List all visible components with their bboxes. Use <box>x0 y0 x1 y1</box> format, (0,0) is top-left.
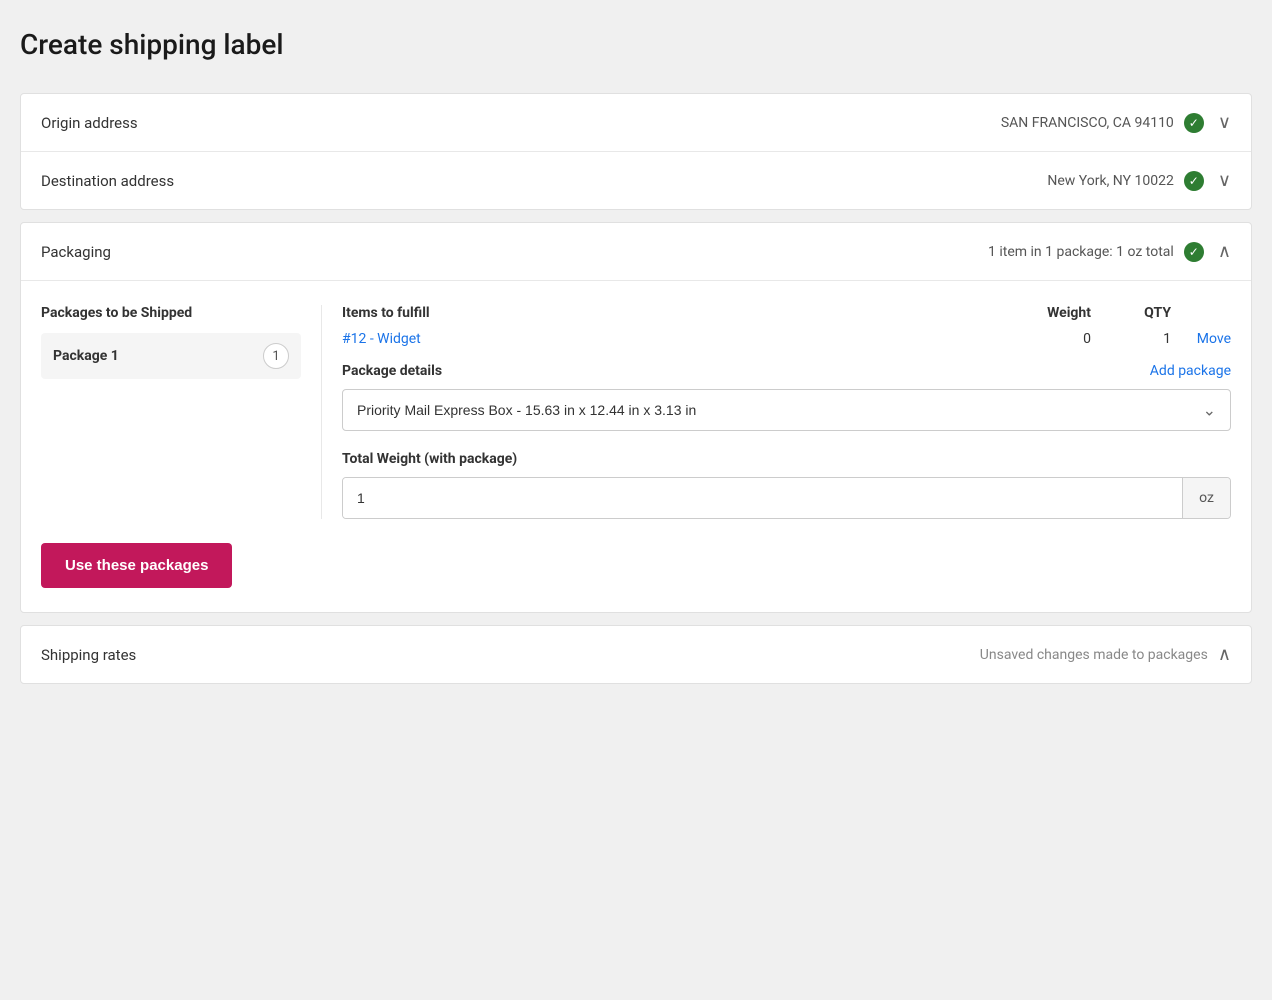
packaging-right: 1 item in 1 package: 1 oz total ✓ ∧ <box>988 241 1231 262</box>
destination-address-row[interactable]: Destination address New York, NY 10022 ✓… <box>21 152 1251 209</box>
package-details-header: Package details Add package <box>342 363 1231 379</box>
packaging-header-row[interactable]: Packaging 1 item in 1 package: 1 oz tota… <box>21 223 1251 281</box>
page-container: Create shipping label Origin address SAN… <box>20 20 1252 684</box>
package-badge: 1 <box>263 343 289 369</box>
packaging-check-icon: ✓ <box>1184 242 1204 262</box>
origin-right: SAN FRANCISCO, CA 94110 ✓ ∨ <box>1001 112 1231 133</box>
packaging-chevron-icon: ∧ <box>1218 241 1231 262</box>
packages-left-column: Packages to be Shipped Package 1 1 <box>41 305 321 519</box>
unsaved-changes-text: Unsaved changes made to packages <box>980 647 1208 663</box>
item-weight: 0 <box>991 331 1091 347</box>
packages-right-column: Items to fulfill Weight QTY #12 - Widget… <box>321 305 1231 519</box>
shipping-rates-header-row[interactable]: Shipping rates Unsaved changes made to p… <box>21 626 1251 683</box>
destination-value: New York, NY 10022 <box>1047 173 1173 189</box>
add-package-link[interactable]: Add package <box>1150 363 1231 379</box>
origin-label: Origin address <box>41 114 138 132</box>
origin-address-row[interactable]: Origin address SAN FRANCISCO, CA 94110 ✓… <box>21 94 1251 152</box>
packaging-label: Packaging <box>41 243 111 261</box>
weight-section: Total Weight (with package) oz <box>342 451 1231 519</box>
shipping-rates-right: Unsaved changes made to packages ∧ <box>980 644 1231 665</box>
packaging-content: Packages to be Shipped Package 1 1 Items… <box>21 281 1251 612</box>
item-qty: 1 <box>1091 331 1171 347</box>
packaging-summary: 1 item in 1 package: 1 oz total <box>988 244 1174 260</box>
destination-chevron-icon: ∨ <box>1218 170 1231 191</box>
shipping-rates-label: Shipping rates <box>41 646 136 664</box>
shipping-rates-card: Shipping rates Unsaved changes made to p… <box>20 625 1252 684</box>
items-header-weight: Weight <box>991 305 1091 321</box>
destination-right: New York, NY 10022 ✓ ∨ <box>1047 170 1231 191</box>
item-link[interactable]: #12 - Widget <box>342 331 991 347</box>
origin-chevron-icon: ∨ <box>1218 112 1231 133</box>
destination-label: Destination address <box>41 172 174 190</box>
packages-grid: Packages to be Shipped Package 1 1 Items… <box>41 305 1231 519</box>
items-table-header: Items to fulfill Weight QTY <box>342 305 1231 321</box>
item-move-link[interactable]: Move <box>1171 331 1231 347</box>
package-details-section: Package details Add package Priority Mai… <box>342 363 1231 431</box>
origin-check-icon: ✓ <box>1184 113 1204 133</box>
package-type-select-wrapper[interactable]: Priority Mail Express Box - 15.63 in x 1… <box>342 389 1231 431</box>
package-type-select[interactable]: Priority Mail Express Box - 15.63 in x 1… <box>343 390 1230 430</box>
items-header-qty: QTY <box>1091 305 1171 321</box>
weight-label: Total Weight (with package) <box>342 451 1231 467</box>
package-item[interactable]: Package 1 1 <box>41 333 301 379</box>
packaging-card: Packaging 1 item in 1 package: 1 oz tota… <box>20 222 1252 613</box>
page-title: Create shipping label <box>20 20 1252 69</box>
address-card: Origin address SAN FRANCISCO, CA 94110 ✓… <box>20 93 1252 210</box>
items-header-fulfill: Items to fulfill <box>342 305 991 321</box>
item-row: #12 - Widget 0 1 Move <box>342 331 1231 347</box>
weight-unit: oz <box>1182 478 1230 518</box>
origin-value: SAN FRANCISCO, CA 94110 <box>1001 115 1174 131</box>
destination-check-icon: ✓ <box>1184 171 1204 191</box>
weight-input-wrapper: oz <box>342 477 1231 519</box>
package-label: Package 1 <box>53 348 119 364</box>
weight-input[interactable] <box>343 478 1182 518</box>
packages-column-header: Packages to be Shipped <box>41 305 301 321</box>
shipping-rates-chevron-icon: ∧ <box>1218 644 1231 665</box>
use-packages-button[interactable]: Use these packages <box>41 543 232 588</box>
package-details-label: Package details <box>342 363 442 379</box>
